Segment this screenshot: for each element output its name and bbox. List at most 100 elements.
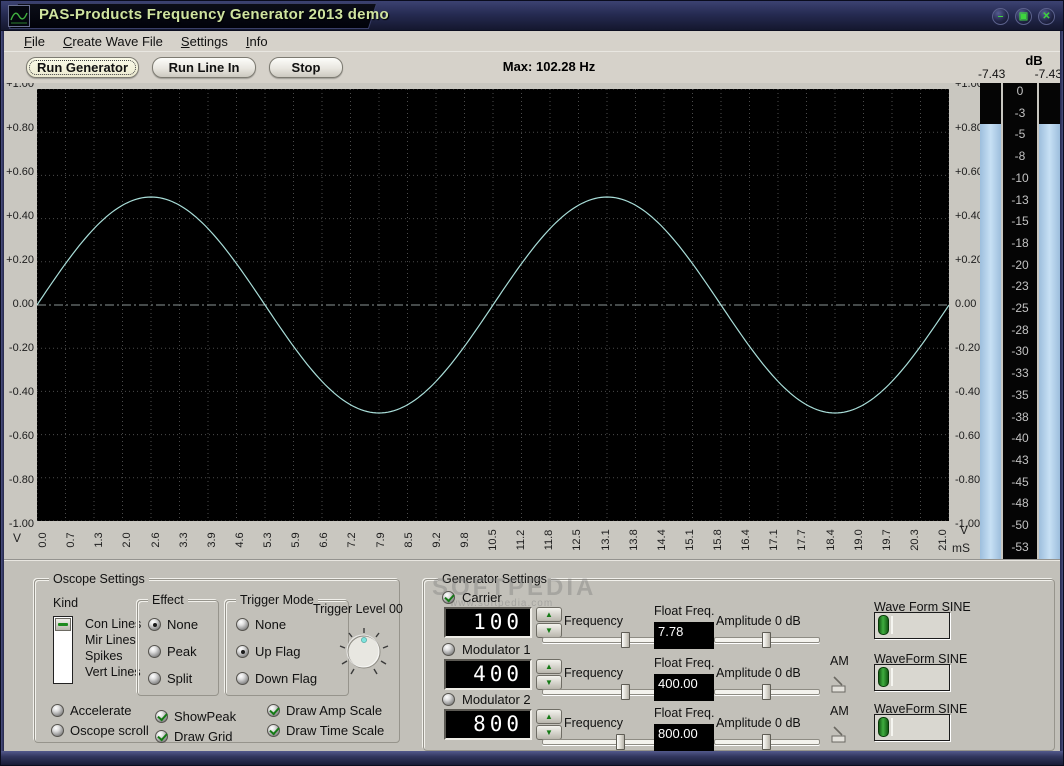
spin-up-icon[interactable]: ▲ [536, 659, 562, 674]
app-window: PAS-Products Frequency Generator 2013 de… [0, 0, 1064, 766]
time-tick: 2.0 [121, 532, 134, 548]
db-bar-right-fill [1039, 124, 1060, 559]
generator-row-modulator1: Modulator 1 400 ▲ ▼ Frequency Float Freq… [424, 640, 1054, 701]
minimize-button[interactable]: – [992, 8, 1009, 25]
maximize-button[interactable]: ▣ [1015, 8, 1032, 25]
db-tick: -45 [1011, 474, 1029, 489]
modulator2-am-switch[interactable] [830, 722, 848, 746]
float-freq-label: Float Freq. [654, 706, 715, 720]
trigger-level-knob[interactable] [331, 624, 397, 682]
radio-icon[interactable] [148, 618, 161, 631]
time-tick: 6.6 [318, 532, 331, 548]
menu-item[interactable]: Settings [173, 32, 236, 51]
kind-options: Con Lines Mir Lines Spikes Vert Lines [85, 616, 141, 680]
trigger-mode-option[interactable]: None [236, 611, 317, 638]
kind-slider[interactable] [53, 616, 73, 684]
title-bar[interactable]: PAS-Products Frequency Generator 2013 de… [1, 1, 1063, 31]
db-tick: 0 [1016, 84, 1024, 98]
db-bar-right [1039, 83, 1060, 559]
waveform-selector-thumb[interactable] [878, 717, 889, 737]
trigger-mode-option[interactable]: Up Flag [236, 638, 317, 665]
checkbox-icon[interactable] [51, 723, 64, 737]
radio-icon[interactable] [236, 645, 249, 658]
time-tick: 20.3 [908, 529, 921, 551]
db-tick: -18 [1011, 235, 1029, 250]
amplitude-label: Amplitude 0 dB [716, 614, 801, 628]
checkbox-icon[interactable] [267, 723, 280, 737]
menu-item[interactable]: File [16, 32, 53, 51]
amplitude-tick: 0.00 [12, 298, 34, 310]
time-tick: 15.1 [683, 529, 696, 551]
generator-settings-legend: Generator Settings [438, 572, 551, 586]
menu-bar: File Create Wave File Settings Info [4, 31, 1062, 52]
effect-option[interactable]: Peak [148, 638, 198, 665]
modulator2-float-freq-value: 800.00 [654, 724, 714, 751]
modulator2-amplitude-slider[interactable] [714, 734, 820, 750]
time-tick: 13.1 [599, 529, 612, 551]
oscope-checkbox[interactable]: Accelerate [51, 700, 149, 720]
window-edge-bottom[interactable] [1, 751, 1063, 765]
db-meter-title: dB [1025, 53, 1043, 68]
menu-item[interactable]: Info [238, 32, 276, 51]
stop-button[interactable]: Stop [269, 57, 343, 78]
db-tick: -53 [1011, 539, 1029, 554]
generator-row-modulator2: Modulator 2 800 ▲ ▼ Frequency Float Freq… [424, 690, 1054, 751]
checkbox-icon[interactable] [267, 703, 280, 717]
checkbox-icon[interactable] [155, 729, 168, 743]
kind-option: Vert Lines [85, 665, 141, 679]
modulator2-toggle[interactable]: Modulator 2 [442, 692, 531, 707]
slider-thumb[interactable] [761, 734, 771, 750]
waveform-svg [36, 88, 950, 522]
spin-up-icon[interactable]: ▲ [536, 709, 562, 724]
trigger-mode-option[interactable]: Down Flag [236, 665, 317, 692]
checkbox-icon[interactable] [155, 709, 168, 723]
time-tick: 16.4 [740, 529, 753, 551]
oscope-checks-col2: ShowPeak Draw Grid [155, 706, 236, 746]
spin-up-icon[interactable]: ▲ [536, 607, 562, 622]
run-generator-button[interactable]: Run Generator [26, 57, 139, 78]
amplitude-label: Amplitude 0 dB [716, 666, 801, 680]
oscope-checkbox[interactable]: ShowPeak [155, 706, 236, 726]
carrier-waveform-selector[interactable] [874, 612, 950, 639]
oscope-checkbox[interactable]: Oscope scroll [51, 720, 149, 740]
time-tick: 11.2 [515, 529, 528, 551]
oscope-checkbox[interactable]: Draw Time Scale [267, 720, 384, 740]
modulator2-waveform-selector[interactable] [874, 714, 950, 741]
checkbox-icon[interactable] [51, 703, 64, 717]
radio-icon[interactable] [236, 618, 249, 631]
db-tick: -38 [1011, 409, 1029, 424]
sine-logo-icon [10, 12, 28, 24]
run-line-in-button[interactable]: Run Line In [152, 57, 256, 78]
checkbox-icon[interactable] [442, 693, 455, 706]
modulator1-waveform-selector[interactable] [874, 664, 950, 691]
oscope-checkbox[interactable]: Draw Amp Scale [267, 700, 384, 720]
slider-thumb[interactable] [616, 734, 626, 750]
db-tick: -50 [1011, 518, 1029, 533]
time-tick: 7.2 [346, 532, 359, 548]
amplitude-tick: -0.60 [8, 430, 34, 442]
time-tick: 0.7 [65, 532, 78, 548]
oscilloscope-plot[interactable] [36, 88, 950, 522]
effect-option[interactable]: Split [148, 665, 198, 692]
effect-option[interactable]: None [148, 611, 198, 638]
waveform-selector-thumb[interactable] [878, 667, 889, 687]
radio-icon[interactable] [148, 672, 161, 685]
am-label: AM [830, 654, 849, 668]
carrier-toggle[interactable]: Carrier [442, 590, 502, 605]
kind-slider-thumb[interactable] [55, 618, 71, 631]
checkbox-icon[interactable] [442, 591, 455, 604]
time-tick: 17.7 [796, 529, 809, 551]
close-button[interactable]: ✕ [1038, 8, 1055, 25]
modulator1-toggle[interactable]: Modulator 1 [442, 642, 531, 657]
radio-icon[interactable] [236, 672, 249, 685]
modulator2-frequency-slider[interactable] [542, 734, 670, 750]
oscope-checks-col3: Draw Amp Scale Draw Time Scale [267, 700, 384, 740]
oscope-checkbox[interactable]: Draw Grid [155, 726, 236, 746]
db-tick: -35 [1011, 387, 1029, 402]
radio-icon[interactable] [148, 645, 161, 658]
menu-item[interactable]: Create Wave File [55, 32, 171, 51]
time-tick: 0.0 [37, 532, 49, 548]
checkbox-icon[interactable] [442, 643, 455, 656]
db-tick: -28 [1011, 322, 1029, 337]
waveform-selector-thumb[interactable] [878, 615, 889, 635]
